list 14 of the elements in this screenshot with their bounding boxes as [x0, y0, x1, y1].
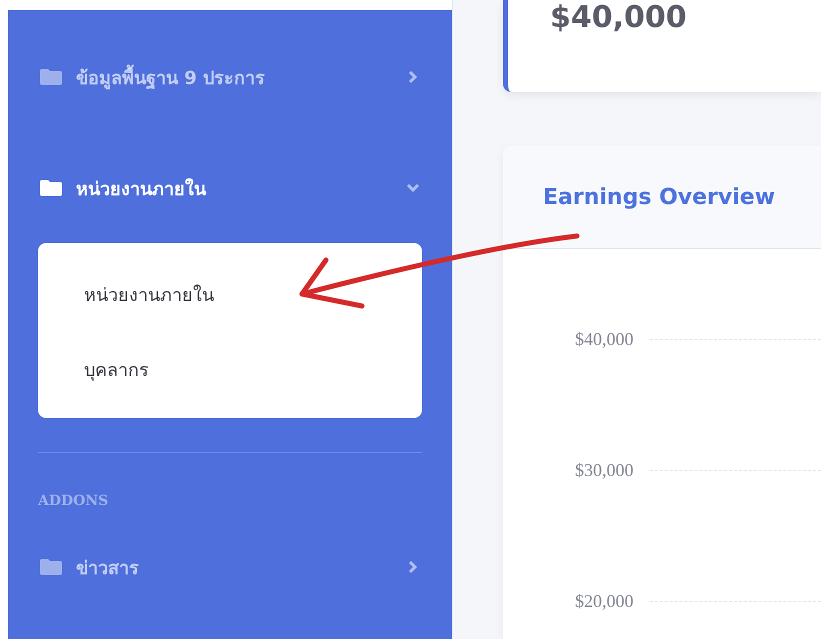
folder-icon — [40, 69, 62, 85]
stat-value: $40,000 — [550, 0, 688, 36]
axis-label: $40,000 — [575, 329, 634, 350]
folder-icon — [40, 559, 62, 575]
sidebar-item[interactable]: หน่วยงานภายใน — [38, 160, 422, 216]
sidebar-item[interactable]: ข้อมูลพื้นฐาน 9 ประการ — [38, 49, 422, 105]
sidebar-item[interactable]: ข่าวสาร — [38, 539, 422, 595]
folder-icon — [40, 180, 62, 196]
axis-label: $30,000 — [575, 460, 634, 481]
card-title: Earnings Overview — [543, 184, 776, 210]
submenu-item[interactable]: บุคลากร — [38, 333, 422, 408]
section-heading: ADDONS — [38, 493, 110, 509]
axis-label: $20,000 — [575, 591, 634, 612]
submenu-item[interactable]: หน่วยงานภายใน — [38, 258, 422, 333]
